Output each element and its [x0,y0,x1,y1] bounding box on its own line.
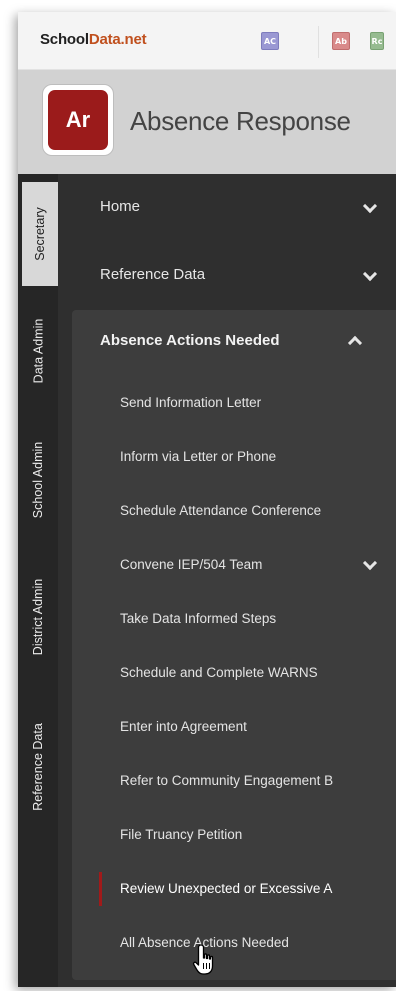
nav-subitem-label: Convene IEP/504 Team [120,557,263,572]
app-header: Ar Absence Response [18,70,396,174]
chevron-down-icon [362,198,378,214]
app-logo[interactable]: Ar [42,84,114,156]
nav-subitem-file-truancy-petition[interactable]: File Truancy Petition [72,808,396,862]
hand-pointer-icon [192,944,214,975]
chevron-up-icon[interactable] [347,335,363,351]
tab-data-admin[interactable]: Data Admin [18,296,58,406]
nav-subitem-label: Send Information Letter [120,395,262,410]
nav-subitem-schedule-attendance-conference[interactable]: Schedule Attendance Conference [72,484,396,538]
tab-secretary[interactable]: Secretary [22,182,58,286]
nav-subitem-label: Enter into Agreement [120,719,247,734]
nav-subitem-label: File Truancy Petition [120,827,243,842]
tab-label: District Admin [31,578,45,656]
app-title: Absence Response [130,106,351,136]
app-switcher-rc-icon[interactable]: Rc [370,32,384,50]
tab-label: Data Admin [31,318,45,384]
chevron-down-icon [362,266,378,282]
nav-subitem-send-information-letter[interactable]: Send Information Letter [72,376,396,430]
nav-subitem-label: Refer to Community Engagement B [120,773,334,788]
nav-subitem-label: Take Data Informed Steps [120,611,277,626]
chevron-down-icon [362,555,378,571]
role-tab-rail: Secretary Data Admin School Admin Distri… [18,174,58,987]
tab-label: School Admin [31,441,45,519]
nav-subitem-label: Schedule Attendance Conference [120,503,322,518]
nav-subitem-schedule-and-complete-warns[interactable]: Schedule and Complete WARNS [72,646,396,700]
brand-part-1: School [40,31,89,48]
nav-item-reference-data[interactable]: Reference Data [58,242,396,308]
app-switcher-ab-icon[interactable]: Ab [332,32,350,50]
nav-item-home[interactable]: Home [58,174,396,240]
brand-logo[interactable]: SchoolData.net [40,31,147,48]
tab-school-admin[interactable]: School Admin [18,418,58,542]
brand-part-2: Data.net [88,31,147,48]
nav-subitem-enter-into-agreement[interactable]: Enter into Agreement [72,700,396,754]
nav-subitem-review-unexpected-or-excessive[interactable]: Review Unexpected or Excessive A [72,862,396,916]
nav-subitem-label: Review Unexpected or Excessive A [120,881,333,896]
tab-label: Reference Data [31,723,45,811]
app-logo-text: Ar [48,90,108,150]
section-title[interactable]: Absence Actions Needed [100,332,280,349]
nav-subitem-all-absence-actions-needed[interactable]: All Absence Actions Needed [72,916,396,970]
active-indicator [99,872,102,906]
tab-reference-data[interactable]: Reference Data [18,694,58,840]
nav-subitem-label: Inform via Letter or Phone [120,449,277,464]
nav-item-label: Home [100,198,141,215]
nav-item-label: Reference Data [100,266,206,283]
side-navigation: Home Reference Data Absence Actions Need… [58,174,396,987]
top-bar: SchoolData.net AC Ab Rc [18,12,396,70]
nav-subitem-convene-iep-504-team[interactable]: Convene IEP/504 Team [72,538,396,592]
tab-label: Secretary [33,207,47,261]
app-switcher-ac-icon[interactable]: AC [261,32,279,50]
tab-district-admin[interactable]: District Admin [18,552,58,682]
divider [318,26,319,58]
section-absence-actions-needed: Absence Actions Needed Send Information … [72,310,396,980]
nav-subitem-take-data-informed-steps[interactable]: Take Data Informed Steps [72,592,396,646]
nav-subitem-refer-to-community-engagement[interactable]: Refer to Community Engagement B [72,754,396,808]
nav-subitem-inform-via-letter-or-phone[interactable]: Inform via Letter or Phone [72,430,396,484]
nav-subitem-label: Schedule and Complete WARNS [120,665,318,680]
